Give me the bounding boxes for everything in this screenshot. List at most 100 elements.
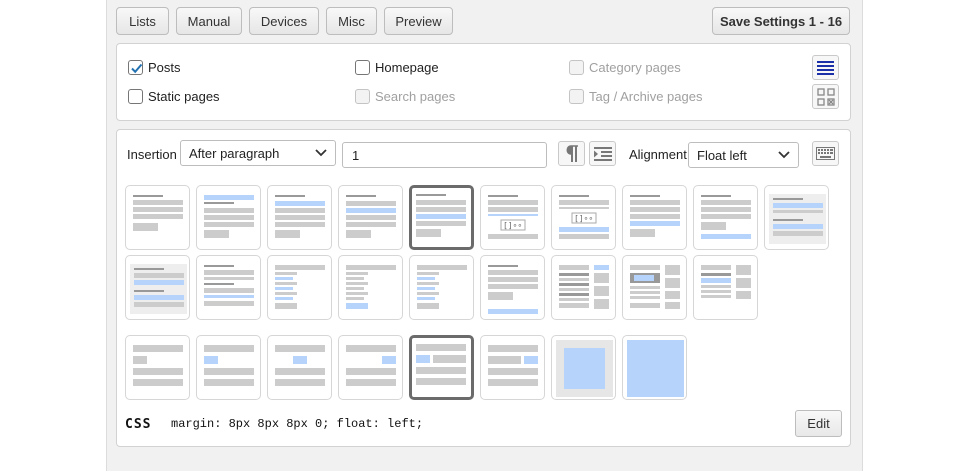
alignment-option-float-left-selected[interactable] [409, 335, 474, 400]
layout-sidebar-top-icon [559, 265, 609, 309]
css-code: margin: 8px 8px 8px 0; float: left; [171, 417, 424, 431]
alignment-option-center[interactable] [267, 335, 332, 400]
insertion-position-option[interactable] [551, 255, 616, 320]
insertion-position-option[interactable] [196, 255, 261, 320]
checkbox-disabled-icon [569, 60, 584, 75]
layout-before-list-icon [275, 265, 325, 309]
layout-after-comments-icon [204, 265, 254, 306]
insertion-select[interactable]: After paragraph [180, 140, 336, 166]
insertion-position-option[interactable] [693, 185, 758, 250]
tab-lists[interactable]: Lists [116, 7, 169, 35]
search-pages-label: Search pages [375, 89, 456, 104]
insertion-label: Insertion [127, 147, 177, 162]
layout-after-paragraph-icon [416, 194, 466, 237]
edit-css-button[interactable]: Edit [795, 410, 842, 437]
layout-between-posts-icon [130, 264, 187, 314]
alignment-label: Alignment [629, 147, 687, 162]
checkbox-disabled-icon [355, 89, 370, 104]
insertion-position-option[interactable] [409, 255, 474, 320]
keyboard-button[interactable] [812, 141, 839, 166]
insertion-position-option[interactable] [125, 185, 190, 250]
align-right-icon [346, 345, 396, 386]
alignment-option-sticky-left[interactable] [551, 335, 616, 400]
category-pages-label: Category pages [589, 60, 681, 75]
layout-after-post-icon [701, 195, 751, 239]
checkbox-icon[interactable] [355, 60, 370, 75]
alignment-option-full[interactable] [622, 335, 687, 400]
align-float-left-icon [416, 344, 466, 385]
insertion-position-option[interactable] [338, 185, 403, 250]
posts-label: Posts [148, 60, 181, 75]
checkbox-checked-icon[interactable] [128, 60, 143, 75]
page-types-panel [116, 43, 851, 121]
alignment-select-value: Float left [697, 147, 747, 163]
pilcrow-icon [566, 144, 578, 162]
insertion-position-option[interactable] [764, 185, 829, 250]
layout-before-comments-icon [769, 194, 826, 244]
chevron-down-icon [315, 149, 327, 157]
insertion-position-option-selected[interactable] [409, 185, 474, 250]
svg-text:[]∘∘: []∘∘ [503, 221, 522, 230]
text-indent-icon [593, 146, 612, 161]
insertion-position-option[interactable] [338, 255, 403, 320]
tab-devices[interactable]: Devices [249, 7, 319, 35]
homepage-label: Homepage [375, 60, 439, 75]
tab-misc[interactable]: Misc [326, 7, 377, 35]
alignment-option-default[interactable] [125, 335, 190, 400]
css-label: CSS [125, 417, 152, 432]
layout-after-list-icon [417, 265, 467, 309]
category-pages-checkbox: Category pages [569, 60, 681, 75]
alignment-option-right[interactable] [338, 335, 403, 400]
posts-checkbox[interactable]: Posts [128, 60, 181, 75]
layout-header-widget-icon [630, 265, 680, 309]
insertion-position-option[interactable] [125, 255, 190, 320]
layout-before-paragraph-icon [133, 195, 183, 231]
checkbox-disabled-icon [569, 89, 584, 104]
tab-preview[interactable]: Preview [384, 7, 453, 35]
insertion-position-option[interactable] [693, 255, 758, 320]
list-view-button[interactable] [812, 55, 839, 80]
alignment-option-float-right[interactable] [480, 335, 545, 400]
layout-before-image-icon: []∘∘ [488, 195, 538, 239]
insertion-position-option[interactable]: []∘∘ [551, 185, 616, 250]
alignment-option-left[interactable] [196, 335, 261, 400]
qr-grid-icon [816, 87, 835, 106]
text-wrap-button[interactable] [589, 141, 616, 166]
align-default-icon [133, 345, 183, 386]
insertion-position-option[interactable]: []∘∘ [480, 185, 545, 250]
paragraph-button[interactable] [558, 141, 585, 166]
insertion-position-option[interactable] [267, 185, 332, 250]
insertion-position-option[interactable] [622, 185, 687, 250]
align-full-icon [627, 340, 684, 397]
alignment-select[interactable]: Float left [688, 142, 799, 168]
list-lines-icon [817, 61, 834, 75]
insertion-position-option[interactable] [480, 255, 545, 320]
svg-text:[]∘∘: []∘∘ [574, 214, 593, 223]
paragraph-number-input[interactable] [342, 142, 547, 168]
static-pages-checkbox[interactable]: Static pages [128, 89, 220, 104]
layout-before-paragraph-highlight-icon [346, 195, 396, 238]
tag-archive-pages-checkbox: Tag / Archive pages [569, 89, 702, 104]
layout-after-image-icon: []∘∘ [559, 195, 609, 239]
chevron-down-icon [778, 151, 790, 159]
align-left-icon [204, 345, 254, 386]
layout-after-content-icon [630, 195, 680, 237]
layout-footer-icon [488, 265, 538, 314]
layout-before-content-icon [275, 195, 325, 238]
checkbox-icon[interactable] [128, 89, 143, 104]
layout-list-item-icon [346, 265, 396, 309]
insertion-select-value: After paragraph [189, 145, 280, 161]
insertion-position-option[interactable] [622, 255, 687, 320]
tab-manual[interactable]: Manual [176, 7, 242, 35]
align-framed-icon [556, 340, 613, 397]
search-pages-checkbox: Search pages [355, 89, 455, 104]
homepage-checkbox[interactable]: Homepage [355, 60, 439, 75]
align-center-icon [275, 345, 325, 386]
static-pages-label: Static pages [148, 89, 220, 104]
layout-sidebar-widget-icon [701, 265, 751, 299]
save-settings-button[interactable]: Save Settings 1 - 16 [712, 7, 850, 35]
grid-view-button[interactable] [812, 84, 839, 109]
insertion-position-option[interactable] [196, 185, 261, 250]
insertion-position-option[interactable] [267, 255, 332, 320]
layout-before-post-icon [204, 195, 254, 238]
